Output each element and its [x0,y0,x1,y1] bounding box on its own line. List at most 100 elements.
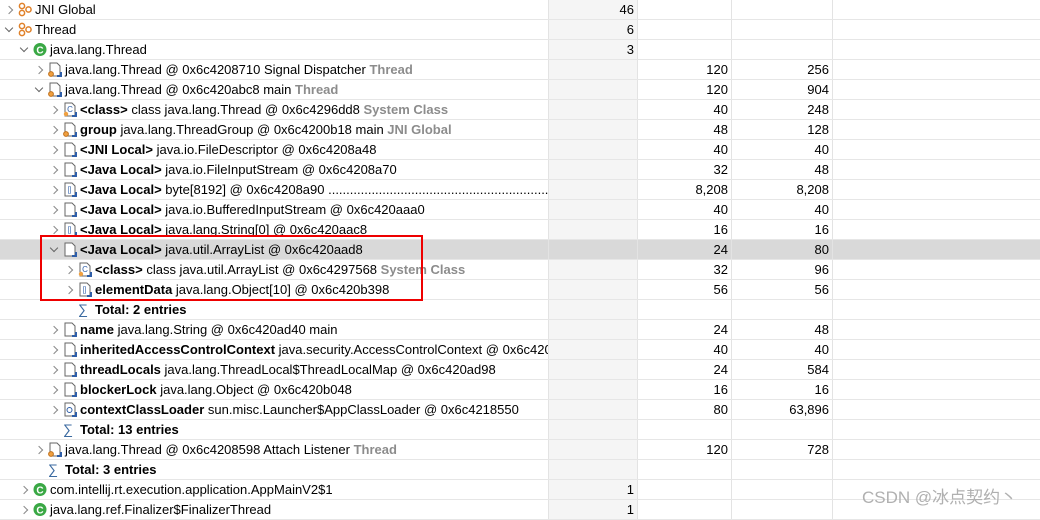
object-label: java.lang.Thread @ 0x6c4208710 Signal Di… [65,62,366,77]
row-label: java.lang.Thread [50,40,147,59]
svg-text:[]: [] [83,287,87,294]
shallow-heap-cell: 120 [638,80,732,99]
retained-heap-cell: 16 [732,380,833,399]
objects-cell [549,80,638,99]
name-cell: java.lang.Thread @ 0x6c4208598 Attach Li… [0,440,549,459]
chevron-right-icon[interactable] [48,120,60,139]
total-row[interactable]: ∑ Total: 3 entries [0,460,1040,480]
sigma-icon: ∑ [48,461,58,477]
tree-row[interactable]: <JNI Local> java.io.FileDescriptor @ 0x6… [0,140,1040,160]
tree-row[interactable]: <Java Local> java.io.BufferedInputStream… [0,200,1040,220]
chevron-right-icon[interactable] [48,360,60,379]
chevron-right-icon[interactable] [48,400,60,419]
chevron-right-icon[interactable] [48,100,60,119]
field-name: inheritedAccessControlContext [80,342,279,357]
total-row[interactable]: ∑ Total: 2 entries [0,300,1040,320]
row-label: Thread [35,20,76,39]
retained-heap-cell: 128 [732,120,833,139]
chevron-right-icon[interactable] [18,500,30,519]
chevron-right-icon[interactable] [48,320,60,339]
tree-row[interactable]: inheritedAccessControlContext java.secur… [0,340,1040,360]
objects-cell: 46 [549,0,638,19]
tree-row[interactable]: name java.lang.String @ 0x6c420ad40 main… [0,320,1040,340]
shallow-heap-cell [638,500,732,519]
row-label: contextClassLoader sun.misc.Launcher$App… [80,400,519,419]
shallow-heap-cell: 24 [638,240,732,259]
objects-cell: 1 [549,480,638,499]
chevron-right-icon[interactable] [48,220,60,239]
object-label: class java.lang.Thread @ 0x6c4296dd8 [131,102,360,117]
chevron-down-icon[interactable] [33,80,45,99]
chevron-right-icon[interactable] [48,200,60,219]
retained-heap-cell: 40 [732,340,833,359]
tree-row[interactable]: contextClassLoader sun.misc.Launcher$App… [0,400,1040,420]
chevron-right-icon[interactable] [33,60,45,79]
chevron-right-icon[interactable] [18,480,30,499]
chevron-right-icon[interactable] [48,160,60,179]
chevron-right-icon[interactable] [3,0,15,19]
row-label: <Java Local> byte[8192] @ 0x6c4208a90 ..… [80,180,549,199]
gc-root-type: Thread [291,82,339,97]
tree-row[interactable]: [] <Java Local> java.lang.String[0] @ 0x6… [0,220,1040,240]
chevron-right-icon[interactable] [63,280,75,299]
tree-row[interactable]: Cjava.lang.Thread 3 [0,40,1040,60]
chevron-right-icon[interactable] [48,380,60,399]
total-row[interactable]: ∑ Total: 13 entries [0,420,1040,440]
array-icon: [] [63,222,77,237]
row-label: java.lang.ref.Finalizer$FinalizerThread [50,500,271,519]
object-label: class java.util.ArrayList @ 0x6c4297568 [146,262,378,277]
objects-cell [549,60,638,79]
chevron-right-icon[interactable] [48,140,60,159]
dominator-tree: JNI Global 46 Thread 6 Cjava.lang.Thread 3 jav… [0,0,1040,520]
object-label: byte[8192] @ 0x6c4208a90 ...............… [165,182,549,197]
name-cell: JNI Global [0,0,549,19]
objects-cell [549,180,638,199]
object-label: java.lang.Thread @ 0x6c420abc8 main [65,82,292,97]
shallow-heap-cell: 120 [638,440,732,459]
objects-cell [549,420,638,439]
retained-heap-cell [732,460,833,479]
name-cell: <Java Local> java.util.ArrayList @ 0x6c4… [0,240,549,259]
chevron-right-icon[interactable] [63,260,75,279]
tree-row[interactable]: <Java Local> java.io.FileInputStream @ 0… [0,160,1040,180]
tree-row[interactable]: java.lang.Thread @ 0x6c420abc8 main Thre… [0,80,1040,100]
tree-row[interactable]: java.lang.Thread @ 0x6c4208710 Signal Di… [0,60,1040,80]
tree-row[interactable]: [] <Java Local> byte[8192] @ 0x6c4208a90 … [0,180,1040,200]
classloader-icon [63,402,77,417]
chevron-right-icon[interactable] [48,340,60,359]
tree-row[interactable]: C <class> class java.lang.Thread @ 0x6c42… [0,100,1040,120]
class-icon: C [33,42,47,57]
tree-row[interactable]: [] elementData java.lang.Object[10] @ 0x6… [0,280,1040,300]
field-name: group [80,122,121,137]
row-label: <Java Local> java.io.BufferedInputStream… [80,200,425,219]
tree-row[interactable]: <Java Local> java.util.ArrayList @ 0x6c4… [0,240,1040,260]
group-icon [18,22,32,37]
field-name: blockerLock [80,382,161,397]
tree-row[interactable]: C <class> class java.util.ArrayList @ 0x6… [0,260,1040,280]
thread-object-icon [48,62,62,77]
watermark: CSDN @冰点契约丶 [862,488,1018,507]
chevron-right-icon[interactable] [33,440,45,459]
objects-cell [549,220,638,239]
chevron-down-icon[interactable] [3,20,15,39]
tree-row[interactable]: JNI Global 46 [0,0,1040,20]
tree-row[interactable]: threadLocals java.lang.ThreadLocal$Threa… [0,360,1040,380]
objects-cell [549,460,638,479]
object-label: JNI Global [35,2,96,17]
object-label: sun.misc.Launcher$AppClassLoader @ 0x6c4… [207,402,519,417]
row-label: elementData java.lang.Object[10] @ 0x6c4… [95,280,389,299]
objects-cell: 3 [549,40,638,59]
name-cell: [] <Java Local> byte[8192] @ 0x6c4208a90 … [0,180,549,199]
object-label: java.util.ArrayList @ 0x6c420aad8 [165,242,363,257]
tree-row[interactable]: blockerLock java.lang.Object @ 0x6c420b0… [0,380,1040,400]
retained-heap-cell [732,0,833,19]
chevron-down-icon[interactable] [48,240,60,259]
objects-cell [549,100,638,119]
tree-row[interactable]: Thread 6 [0,20,1040,40]
chevron-down-icon[interactable] [18,40,30,59]
tree-row[interactable]: java.lang.Thread @ 0x6c4208598 Attach Li… [0,440,1040,460]
chevron-right-icon[interactable] [48,180,60,199]
array-icon: [] [78,282,92,297]
tree-row[interactable]: group java.lang.ThreadGroup @ 0x6c4200b1… [0,120,1040,140]
svg-text:[]: [] [68,227,72,234]
